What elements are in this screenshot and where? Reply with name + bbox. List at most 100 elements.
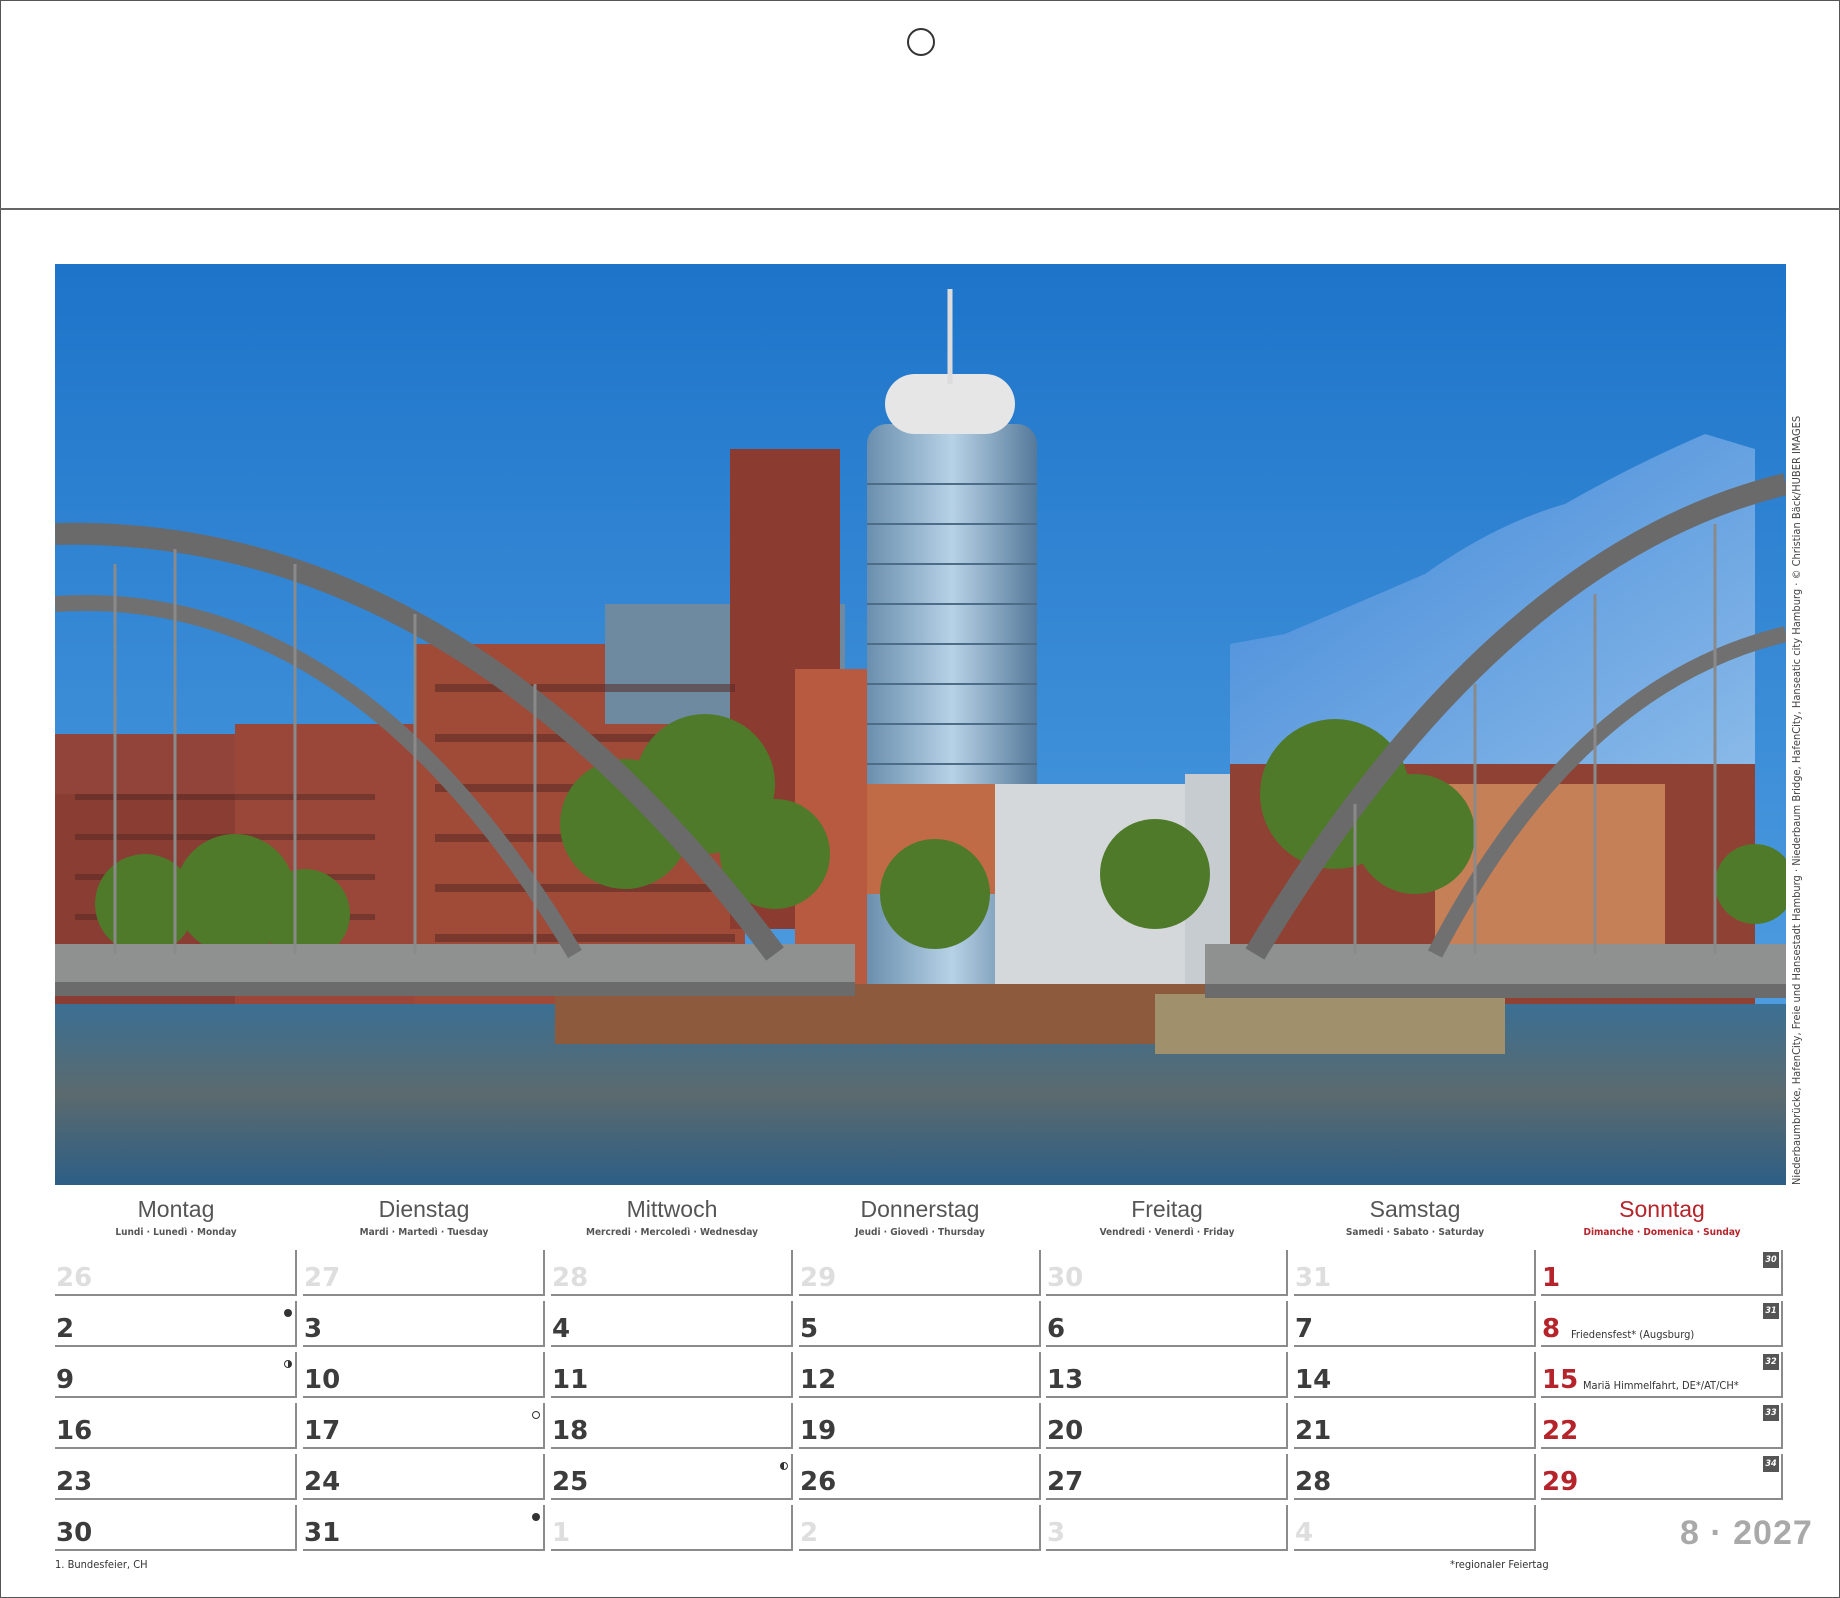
first-quarter-moon-icon bbox=[284, 1360, 292, 1368]
day-cell: 31 bbox=[1294, 1250, 1536, 1296]
day-number: 26 bbox=[800, 1467, 837, 1497]
day-cell: 5 bbox=[799, 1301, 1041, 1347]
day-cell: 10 bbox=[303, 1352, 545, 1398]
day-cell: 19 bbox=[799, 1403, 1041, 1449]
day-cell: 4 bbox=[1294, 1505, 1536, 1551]
day-number: 6 bbox=[1047, 1314, 1066, 1344]
day-number: 17 bbox=[304, 1416, 341, 1446]
day-cell: 2 bbox=[799, 1505, 1041, 1551]
day-number: 16 bbox=[56, 1416, 93, 1446]
day-cell: 7 bbox=[1294, 1301, 1536, 1347]
day-number: 2 bbox=[800, 1518, 819, 1548]
day-number: 21 bbox=[1295, 1416, 1332, 1446]
day-cell: 4 bbox=[551, 1301, 793, 1347]
weekday-header-mittwoch: Mittwoch Mercredi · Mercoledì · Wednesday bbox=[552, 1196, 792, 1238]
weekday-translations: Jeudi · Giovedì · Thursday bbox=[855, 1227, 985, 1238]
weekday-header-donnerstag: Donnerstag Jeudi · Giovedì · Thursday bbox=[800, 1196, 1040, 1238]
weekday-name: Montag bbox=[137, 1196, 215, 1222]
week-number: 32 bbox=[1763, 1354, 1779, 1370]
day-cell: 1 30 bbox=[1541, 1250, 1783, 1296]
weekday-header-samstag: Samstag Samedi · Sabato · Saturday bbox=[1295, 1196, 1535, 1238]
weekday-name: Dienstag bbox=[378, 1196, 470, 1222]
weekday-name: Samstag bbox=[1369, 1196, 1461, 1222]
calendar-photo bbox=[55, 264, 1786, 1185]
weekday-translations: Vendredi · Venerdì · Friday bbox=[1099, 1227, 1235, 1238]
month-year: 8 · 2027 bbox=[1680, 1514, 1813, 1552]
full-moon-icon bbox=[532, 1411, 540, 1419]
day-cell: 16 bbox=[55, 1403, 297, 1449]
day-number: 13 bbox=[1047, 1365, 1084, 1395]
day-cell: 2 bbox=[55, 1301, 297, 1347]
day-cell: 21 bbox=[1294, 1403, 1536, 1449]
day-number: 19 bbox=[800, 1416, 837, 1446]
day-cell: 1 bbox=[551, 1505, 793, 1551]
day-number: 30 bbox=[56, 1518, 93, 1548]
weekday-translations: Mardi · Martedì · Tuesday bbox=[359, 1227, 489, 1238]
day-cell: 28 bbox=[551, 1250, 793, 1296]
day-number: 29 bbox=[800, 1263, 837, 1293]
day-cell: 23 bbox=[55, 1454, 297, 1500]
day-number: 14 bbox=[1295, 1365, 1332, 1395]
day-number: 8 bbox=[1542, 1314, 1561, 1344]
day-cell: 11 bbox=[551, 1352, 793, 1398]
weekday-name: Mittwoch bbox=[626, 1196, 718, 1222]
last-quarter-moon-icon bbox=[780, 1462, 788, 1470]
day-number: 30 bbox=[1047, 1263, 1084, 1293]
perforation-line bbox=[0, 208, 1840, 210]
day-number: 4 bbox=[552, 1314, 571, 1344]
holiday-label: Mariä Himmelfahrt, DE*/AT/CH* bbox=[1583, 1379, 1739, 1392]
week-number: 34 bbox=[1763, 1456, 1779, 1472]
day-number: 22 bbox=[1542, 1416, 1579, 1446]
new-moon-icon bbox=[284, 1309, 292, 1317]
day-number: 28 bbox=[1295, 1467, 1332, 1497]
day-cell: 12 bbox=[799, 1352, 1041, 1398]
day-number: 5 bbox=[800, 1314, 819, 1344]
day-cell: 9 bbox=[55, 1352, 297, 1398]
weekday-header-dienstag: Dienstag Mardi · Martedì · Tuesday bbox=[304, 1196, 544, 1238]
day-cell: 30 bbox=[55, 1505, 297, 1551]
day-number: 26 bbox=[56, 1263, 93, 1293]
day-number: 29 bbox=[1542, 1467, 1579, 1497]
new-moon-icon bbox=[532, 1513, 540, 1521]
hanging-hole bbox=[907, 28, 935, 56]
week-number: 31 bbox=[1763, 1303, 1779, 1319]
day-cell: 20 bbox=[1046, 1403, 1288, 1449]
day-number: 1 bbox=[552, 1518, 571, 1548]
day-cell: 6 bbox=[1046, 1301, 1288, 1347]
day-number: 31 bbox=[1295, 1263, 1332, 1293]
footnote-right: *regionaler Feiertag bbox=[1450, 1558, 1549, 1571]
day-cell: 29 34 bbox=[1541, 1454, 1783, 1500]
day-number: 7 bbox=[1295, 1314, 1314, 1344]
day-cell: 28 bbox=[1294, 1454, 1536, 1500]
day-cell: 24 bbox=[303, 1454, 545, 1500]
day-number: 4 bbox=[1295, 1518, 1314, 1548]
day-cell: 25 bbox=[551, 1454, 793, 1500]
day-number: 1 bbox=[1542, 1263, 1561, 1293]
day-number: 3 bbox=[1047, 1518, 1066, 1548]
day-number: 9 bbox=[56, 1365, 75, 1395]
weekday-name: Donnerstag bbox=[860, 1196, 980, 1222]
day-cell: 3 bbox=[1046, 1505, 1288, 1551]
day-number: 3 bbox=[304, 1314, 323, 1344]
day-cell: 15 Mariä Himmelfahrt, DE*/AT/CH* 32 bbox=[1541, 1352, 1783, 1398]
day-number: 31 bbox=[304, 1518, 341, 1548]
holiday-label: Friedensfest* (Augsburg) bbox=[1571, 1328, 1695, 1341]
week-number: 33 bbox=[1763, 1405, 1779, 1421]
hamburg-bridge-photo bbox=[55, 264, 1786, 1185]
day-cell: 27 bbox=[1046, 1454, 1288, 1500]
photo-credit: Niederbaumbrücke, HafenCity, Freie und H… bbox=[1790, 415, 1803, 1185]
weekday-header-montag: Montag Lundi · Lunedì · Monday bbox=[56, 1196, 296, 1238]
day-number: 10 bbox=[304, 1365, 341, 1395]
weekday-translations: Mercredi · Mercoledì · Wednesday bbox=[585, 1227, 758, 1238]
day-number: 2 bbox=[56, 1314, 75, 1344]
day-number: 23 bbox=[56, 1467, 93, 1497]
day-cell: 29 bbox=[799, 1250, 1041, 1296]
day-cell: 30 bbox=[1046, 1250, 1288, 1296]
day-number: 18 bbox=[552, 1416, 589, 1446]
day-cell: 26 bbox=[799, 1454, 1041, 1500]
day-number: 24 bbox=[304, 1467, 341, 1497]
weekday-name: Freitag bbox=[1131, 1196, 1203, 1222]
week-number: 30 bbox=[1763, 1252, 1779, 1268]
day-cell: 26 bbox=[55, 1250, 297, 1296]
day-cell: 18 bbox=[551, 1403, 793, 1449]
